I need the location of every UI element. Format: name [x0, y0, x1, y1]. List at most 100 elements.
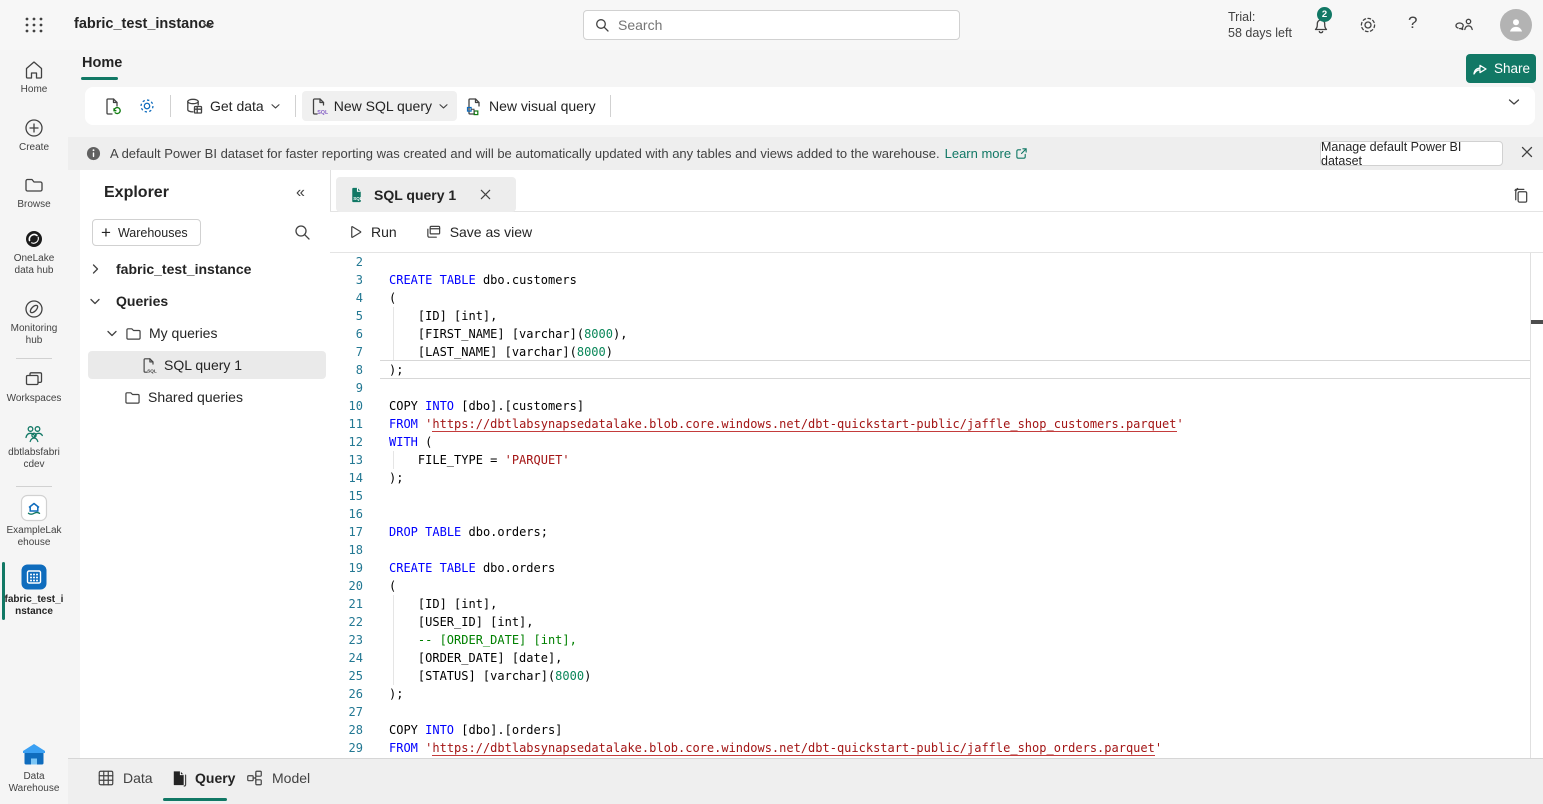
code-line-17[interactable]: 17DROP TABLE dbo.orders;: [330, 523, 1530, 541]
feedback-icon[interactable]: [1454, 15, 1474, 35]
nav-home[interactable]: Home: [2, 59, 66, 96]
database-icon: [185, 97, 204, 116]
code-line-29[interactable]: 29FROM 'https://dbtlabsynapsedatalake.bl…: [330, 739, 1530, 757]
workspace-chevron-down-icon[interactable]: [202, 21, 214, 29]
code-text: FROM 'https://dbtlabsynapsedatalake.blob…: [389, 415, 1184, 433]
nav-monitoring-hub[interactable]: Monitoring hub: [2, 298, 66, 347]
code-line-27[interactable]: 27: [330, 703, 1530, 721]
nav-workspace-dbtlabsfabricdev[interactable]: dbtlabsfabri cdev: [2, 422, 66, 471]
code-line-6[interactable]: 6 [FIRST_NAME] [varchar](8000),: [330, 325, 1530, 343]
code-line-4[interactable]: 4(: [330, 289, 1530, 307]
svg-text:SQL: SQL: [147, 368, 157, 373]
code-line-10[interactable]: 10COPY INTO [dbo].[customers]: [330, 397, 1530, 415]
nav-onelake-data-hub[interactable]: OneLake data hub: [2, 228, 66, 277]
tree-item-shared-queries[interactable]: Shared queries: [88, 383, 326, 411]
code-text: CREATE TABLE dbo.orders: [389, 559, 555, 577]
code-line-18[interactable]: 18: [330, 541, 1530, 559]
tree-item-warehouse[interactable]: fabric_test_instance: [88, 255, 326, 283]
code-text: WITH (: [389, 433, 432, 451]
run-button[interactable]: Run: [348, 224, 397, 240]
code-line-5[interactable]: 5 [ID] [int],: [330, 307, 1530, 325]
tree-item-my-queries[interactable]: My queries: [88, 319, 326, 347]
tree-item-sql-query-1[interactable]: SQL SQL query 1: [88, 351, 326, 379]
code-line-21[interactable]: 21 [ID] [int],: [330, 595, 1530, 613]
code-line-15[interactable]: 15: [330, 487, 1530, 505]
code-line-9[interactable]: 9: [330, 379, 1530, 397]
code-line-2[interactable]: 2: [330, 253, 1530, 271]
nav-item-fabric-test-instance[interactable]: fabric_test_i nstance: [2, 563, 66, 618]
new-sql-query-button[interactable]: SQL New SQL query: [302, 91, 457, 121]
nav-item-examplelakehouse[interactable]: ExampleLak ehouse: [2, 494, 66, 549]
line-number: 6: [330, 325, 380, 343]
nav-label: hub: [2, 335, 66, 347]
nav-workspaces[interactable]: Workspaces: [2, 368, 66, 405]
code-line-11[interactable]: 11FROM 'https://dbtlabsynapsedatalake.bl…: [330, 415, 1530, 433]
manage-default-dataset-button[interactable]: Manage default Power BI dataset: [1320, 141, 1503, 166]
notification-badge: 2: [1317, 7, 1332, 22]
tree-item-queries[interactable]: Queries: [88, 287, 326, 315]
line-number: 2: [330, 253, 380, 271]
ribbon-expand-chevron-icon[interactable]: [1507, 98, 1521, 107]
global-search[interactable]: [583, 10, 960, 40]
query-tab-active-underline: [163, 798, 227, 801]
sql-code-editor[interactable]: 23CREATE TABLE dbo.customers4(5 [ID] [in…: [330, 253, 1530, 758]
code-line-14[interactable]: 14);: [330, 469, 1530, 487]
nav-label: Data: [2, 771, 66, 783]
line-number: 28: [330, 721, 380, 739]
app-launcher-waffle-icon[interactable]: [22, 13, 46, 37]
copy-icon[interactable]: [1511, 186, 1530, 205]
code-line-13[interactable]: 13 FILE_TYPE = 'PARQUET': [330, 451, 1530, 469]
add-warehouses-button[interactable]: + Warehouses: [92, 219, 201, 246]
share-button[interactable]: Share: [1466, 54, 1536, 83]
line-number: 13: [330, 451, 380, 469]
line-number: 5: [330, 307, 380, 325]
chevron-down-icon[interactable]: [105, 329, 119, 338]
code-line-24[interactable]: 24 [ORDER_DATE] [date],: [330, 649, 1530, 667]
nav-create[interactable]: Create: [2, 117, 66, 154]
toolbar-divider: [295, 95, 296, 117]
user-avatar[interactable]: [1500, 9, 1532, 41]
view-tab-query[interactable]: Query: [170, 769, 235, 787]
query-tab-sql-query-1[interactable]: SQL SQL query 1: [336, 177, 516, 212]
code-line-28[interactable]: 28COPY INTO [dbo].[orders]: [330, 721, 1530, 739]
code-line-25[interactable]: 25 [STATUS] [varchar](8000): [330, 667, 1530, 685]
workspace-name[interactable]: fabric_test_instance: [74, 16, 214, 32]
chevron-down-icon[interactable]: [88, 297, 102, 306]
code-line-26[interactable]: 26);: [330, 685, 1530, 703]
code-line-16[interactable]: 16: [330, 505, 1530, 523]
search-input[interactable]: [618, 17, 918, 33]
help-icon[interactable]: ?: [1408, 13, 1417, 33]
nav-label: Home: [2, 84, 66, 96]
view-tab-model[interactable]: Model: [245, 769, 310, 787]
tree-label: My queries: [149, 325, 217, 341]
refresh-dataset-button[interactable]: [95, 91, 130, 121]
nav-label: dbtlabsfabri: [2, 447, 66, 459]
nav-data-warehouse[interactable]: Data Warehouse: [2, 742, 66, 795]
line-number: 18: [330, 541, 380, 559]
settings-button[interactable]: [130, 91, 164, 121]
code-line-20[interactable]: 20(: [330, 577, 1530, 595]
get-data-button[interactable]: Get data: [177, 91, 289, 121]
code-line-7[interactable]: 7 [LAST_NAME] [varchar](8000): [330, 343, 1530, 361]
code-line-8[interactable]: 8);: [330, 361, 1530, 379]
view-tab-data[interactable]: Data: [97, 769, 153, 787]
editor-scrollbar[interactable]: [1530, 253, 1543, 758]
ribbon-tab-home[interactable]: Home: [82, 55, 122, 71]
code-line-22[interactable]: 22 [USER_ID] [int],: [330, 613, 1530, 631]
explorer-collapse-icon[interactable]: «: [296, 184, 305, 202]
line-number: 25: [330, 667, 380, 685]
nav-browse[interactable]: Browse: [2, 174, 66, 211]
new-visual-query-button[interactable]: New visual query: [457, 91, 604, 121]
chevron-right-icon[interactable]: [88, 263, 102, 275]
code-line-19[interactable]: 19CREATE TABLE dbo.orders: [330, 559, 1530, 577]
tab-close-icon[interactable]: [479, 188, 492, 201]
explorer-search-icon[interactable]: [293, 223, 311, 241]
save-as-view-button[interactable]: Save as view: [425, 224, 532, 240]
new-visual-query-label: New visual query: [489, 98, 596, 114]
code-line-23[interactable]: 23 -- [ORDER_DATE] [int],: [330, 631, 1530, 649]
code-line-3[interactable]: 3CREATE TABLE dbo.customers: [330, 271, 1530, 289]
learn-more-link[interactable]: Learn more: [945, 146, 1028, 161]
banner-close-icon[interactable]: [1520, 145, 1534, 159]
settings-gear-icon[interactable]: [1358, 15, 1378, 35]
code-line-12[interactable]: 12WITH (: [330, 433, 1530, 451]
